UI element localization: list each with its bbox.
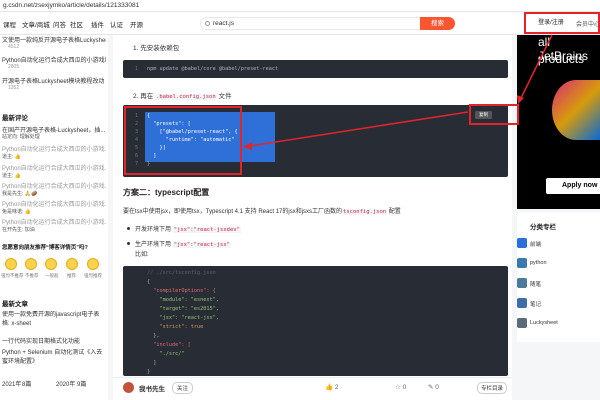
annotation-arrows bbox=[243, 34, 553, 150]
page: g.csdn.net/zsexjymko/article/details/121… bbox=[0, 0, 600, 400]
arrow-head-copy bbox=[243, 142, 252, 150]
arrow-line-login bbox=[520, 34, 553, 99]
arrow-line-copy bbox=[249, 111, 469, 147]
arrow-head-login bbox=[517, 95, 524, 104]
